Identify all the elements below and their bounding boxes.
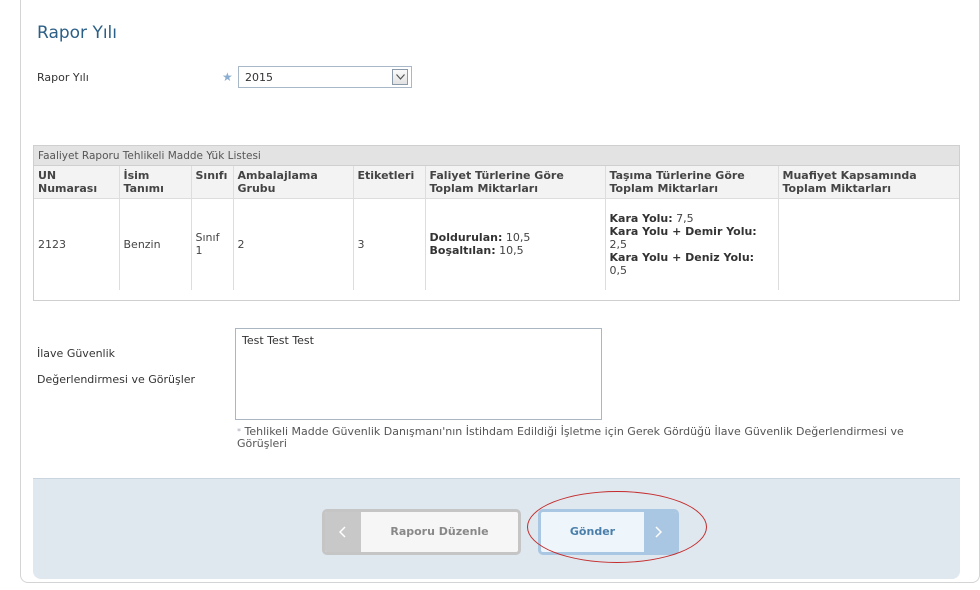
required-star-icon: ★ [222, 70, 233, 84]
edit-report-button[interactable]: Raporu Düzenle [322, 509, 521, 555]
col-un: UN Numarası [34, 166, 120, 199]
cell-transport: Kara Yolu: 7,5 Kara Yolu + Demir Yolu: 2… [605, 198, 779, 290]
col-packing: Ambalajlama Grubu [233, 166, 354, 199]
col-labels: Etiketleri [353, 166, 426, 199]
report-year-select[interactable]: 2015 [238, 66, 412, 88]
col-class: Sınıfı [191, 166, 234, 199]
field-hint: * Tehlikeli Madde Güvenlik Danışmanı'nın… [237, 426, 957, 450]
security-assessment-textarea[interactable]: Test Test Test [235, 328, 602, 420]
table-header-row: UN Numarası İsim Tanımı Sınıfı Ambalajla… [34, 166, 959, 199]
col-name: İsim Tanımı [119, 166, 192, 199]
cell-un: 2123 [34, 198, 120, 290]
cell-name: Benzin [119, 198, 192, 290]
transport-road-rail-value: 2,5 [609, 237, 628, 251]
col-activity: Faliyet Türlerine Göre Toplam Miktarları [425, 166, 606, 199]
chevron-down-icon[interactable] [392, 69, 408, 85]
send-button[interactable]: Gönder [538, 509, 679, 555]
edit-report-label: Raporu Düzenle [390, 525, 489, 538]
cell-labels: 3 [353, 198, 426, 290]
col-exempt: Muafiyet Kapsamında Toplam Miktarları [778, 166, 959, 199]
security-label-line2: Değerlendirmesi ve Görüşler [37, 373, 196, 386]
report-year-label: Rapor Yılı [37, 71, 89, 84]
activity-unload-label: Boşaltılan: [429, 244, 496, 258]
security-label-line1: İlave Güvenlik [37, 347, 116, 360]
cell-packing: 2 [233, 198, 354, 290]
send-label: Gönder [569, 525, 616, 538]
cell-activity: Doldurulan: 10,5 Boşaltılan: 10,5 [425, 198, 606, 290]
table-row: 2123 Benzin Sınıf 1 2 3 Doldurulan: 10,5… [34, 198, 959, 290]
report-year-value: 2015 [245, 71, 273, 84]
grid-caption: Faaliyet Raporu Tehlikeli Madde Yük List… [34, 146, 959, 166]
activity-fill-label: Doldurulan: [429, 231, 503, 245]
chevron-left-icon [325, 512, 361, 552]
col-transport: Taşıma Türlerine Göre Toplam Miktarları [605, 166, 779, 199]
hint-text: Tehlikeli Madde Güvenlik Danışmanı'nın İ… [237, 425, 904, 450]
activity-unload-value: 10,5 [495, 244, 524, 258]
cargo-table: UN Numarası İsim Tanımı Sınıfı Ambalajla… [34, 166, 959, 290]
transport-road-sea-label: Kara Yolu + Deniz Yolu: [609, 250, 755, 264]
transport-road-rail-label: Kara Yolu + Demir Yolu: [609, 224, 757, 238]
cell-class: Sınıf 1 [191, 198, 234, 290]
transport-road-label: Kara Yolu: [609, 211, 673, 225]
activity-fill-value: 10,5 [502, 231, 531, 245]
hint-mark: * [237, 427, 241, 436]
cargo-list-grid: Faaliyet Raporu Tehlikeli Madde Yük List… [33, 145, 960, 301]
chevron-right-icon [644, 512, 676, 552]
transport-road-value: 7,5 [672, 211, 694, 225]
transport-road-sea-value: 0,5 [609, 263, 628, 277]
section-title: Rapor Yılı [37, 23, 117, 43]
cell-exempt [778, 199, 959, 290]
